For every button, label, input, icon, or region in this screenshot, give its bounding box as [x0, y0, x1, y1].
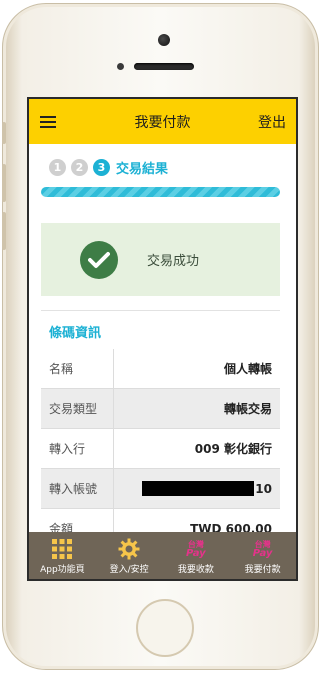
- check-icon: [80, 241, 118, 279]
- tab-app-functions[interactable]: App功能頁: [29, 532, 96, 579]
- proximity-sensor: [117, 63, 124, 70]
- logout-button[interactable]: 登出: [258, 112, 286, 132]
- table-row: 轉入行 009 彰化銀行: [41, 429, 280, 469]
- grid-icon: [52, 538, 73, 560]
- home-button[interactable]: [136, 599, 194, 657]
- app-screen: 我要付款 登出 1 2 3 交易結果 交易成功 條碼資訊 名稱 個人轉帳 交易類…: [27, 97, 298, 581]
- section-divider: [41, 310, 280, 311]
- mute-switch: [2, 122, 6, 144]
- row-label: 交易類型: [41, 389, 114, 428]
- step-2-badge: 2: [71, 158, 88, 176]
- table-row: 交易類型 轉帳交易: [41, 389, 280, 429]
- row-value-account: 10: [115, 469, 272, 508]
- progress-bar: [41, 187, 280, 197]
- section-title: 條碼資訊: [49, 326, 102, 341]
- row-label: 名稱: [41, 349, 114, 388]
- step-1-badge: 1: [49, 158, 66, 176]
- tab-label: 我要付款: [244, 565, 281, 575]
- tab-make-payment[interactable]: 台灣 Pay 我要付款: [229, 532, 296, 579]
- step-3-badge: 3: [93, 158, 110, 176]
- row-value: 009 彰化銀行: [194, 442, 272, 456]
- page-title: 我要付款: [134, 115, 191, 131]
- bottom-tab-bar: App功能頁 登入/安控 台灣 Pay 我要收款 台灣 Pay 我要付款: [29, 532, 296, 579]
- result-message: 交易成功: [147, 254, 200, 269]
- tab-label: 登入/安控: [109, 565, 149, 575]
- row-value: 個人轉帳: [223, 362, 272, 376]
- step-indicator: 1 2 3 交易結果: [49, 158, 169, 177]
- gear-icon: [118, 538, 140, 560]
- details-table: 名稱 個人轉帳 交易類型 轉帳交易 轉入行 009 彰化銀行 轉入帳號 10 金…: [41, 349, 280, 549]
- taiwan-pay-icon: 台灣 Pay: [186, 540, 206, 559]
- tab-login-security[interactable]: 登入/安控: [96, 532, 163, 579]
- front-camera: [158, 34, 170, 46]
- taiwan-pay-icon: 台灣 Pay: [252, 540, 273, 559]
- tab-label: App功能頁: [40, 565, 85, 575]
- tab-label: 我要收款: [177, 565, 214, 575]
- table-row: 轉入帳號 10: [41, 469, 280, 509]
- row-label: 轉入行: [41, 429, 114, 468]
- earpiece-speaker: [134, 63, 194, 70]
- app-header: 我要付款 登出: [29, 99, 296, 144]
- result-banner: 交易成功: [41, 223, 280, 296]
- volume-up-button: [2, 164, 6, 202]
- row-label: 轉入帳號: [41, 469, 114, 508]
- tab-receive-payment[interactable]: 台灣 Pay 我要收款: [163, 532, 230, 579]
- table-row: 名稱 個人轉帳: [41, 349, 280, 389]
- row-value: 轉帳交易: [223, 402, 272, 416]
- current-step-label: 交易結果: [116, 161, 169, 177]
- account-suffix: 10: [255, 481, 272, 496]
- redacted-block: [142, 481, 255, 496]
- volume-down-button: [2, 212, 6, 250]
